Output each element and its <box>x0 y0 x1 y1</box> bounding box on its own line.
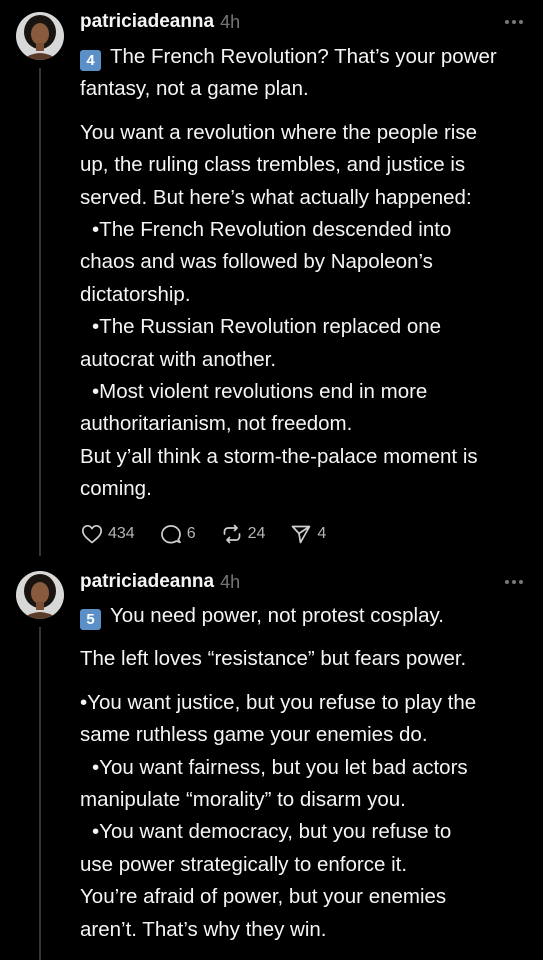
post-line: You want a revolution where the people r… <box>80 120 477 144</box>
post-line: manipulate “morality” to disarm you. <box>80 788 406 812</box>
post-actions: 434 6 24 4 <box>80 521 350 547</box>
thread-line <box>39 68 41 556</box>
post-line: The left loves “resistance” but fears po… <box>80 647 467 671</box>
bullet-line: •You want fairness, but you let bad acto… <box>92 755 468 779</box>
post-line: served. But here’s what actually happene… <box>80 185 472 209</box>
username[interactable]: patriciadeanna <box>80 11 214 33</box>
reply-count: 6 <box>186 525 196 542</box>
repost-icon <box>223 524 240 544</box>
username[interactable]: patriciadeanna <box>80 571 214 593</box>
like-button[interactable]: 434 <box>80 522 135 546</box>
like-count: 434 <box>108 525 135 542</box>
post-line: You’re afraid of power, but your enemies <box>80 885 447 909</box>
post-headline: 5 You need power, not protest cosplay. <box>80 600 525 632</box>
post-line: chaos and was followed by Napoleon’s <box>80 250 433 274</box>
repost-count: 24 <box>247 525 266 542</box>
reply-button[interactable]: 6 <box>159 522 196 546</box>
post-line: authoritarianism, not freedom. <box>80 412 353 436</box>
bullet-line: •The Russian Revolution replaced one <box>92 315 442 339</box>
post-header: patriciadeanna 4h <box>80 570 240 594</box>
timestamp: 4h <box>220 571 241 592</box>
bullet-line: •The French Revolution descended into <box>92 218 452 242</box>
share-button[interactable]: 4 <box>289 522 326 546</box>
heart-icon <box>81 524 103 544</box>
post-body: 4 The French Revolution? That’s your powe… <box>80 41 525 506</box>
more-options-icon[interactable] <box>505 10 523 34</box>
post-line: dictatorship. <box>80 282 191 306</box>
bullet-line: •Most violent revolutions end in more <box>92 380 428 404</box>
post-line: coming. <box>80 477 152 501</box>
post-header: patriciadeanna 4h <box>80 10 240 34</box>
avatar[interactable] <box>16 571 64 619</box>
share-count: 4 <box>317 525 327 542</box>
timestamp: 4h <box>220 11 241 32</box>
send-icon <box>292 525 311 544</box>
comment-icon <box>160 525 181 544</box>
post-line: up, the ruling class trembles, and justi… <box>80 153 466 177</box>
more-options-icon[interactable] <box>505 570 523 594</box>
post-line: But y’all think a storm-the-palace momen… <box>80 444 478 468</box>
post-line: autocrat with another. <box>80 347 277 371</box>
keycap-number-icon: 4 <box>80 50 101 71</box>
post-line: use power strategically to enforce it. <box>80 852 408 876</box>
bullet-line: •You want democracy, but you refuse to <box>92 820 452 844</box>
avatar[interactable] <box>16 12 64 60</box>
keycap-number-icon: 5 <box>80 609 101 630</box>
thread-line <box>39 627 41 960</box>
post-line: aren’t. That’s why they win. <box>80 917 327 941</box>
repost-button[interactable]: 24 <box>220 522 266 546</box>
post-line: same ruthless game your enemies do. <box>80 723 428 747</box>
post-headline: 4 The French Revolution? That’s your powe… <box>80 45 497 101</box>
post-body: 5 You need power, not protest cosplay. Th… <box>80 600 525 946</box>
bullet-line: •You want justice, but you refuse to pla… <box>80 690 477 714</box>
